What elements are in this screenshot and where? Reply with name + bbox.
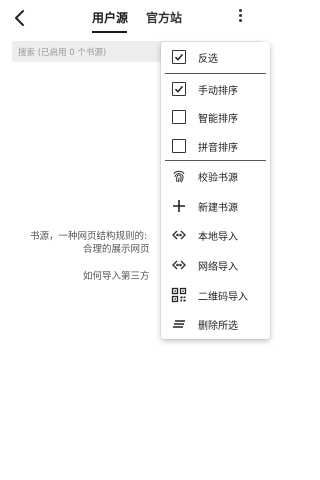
menu-item-delete-selected[interactable]: 删除所选 xyxy=(161,309,270,339)
menu-item-local-import[interactable]: 本地导入 xyxy=(161,220,270,250)
tab-official-site[interactable]: 官方站 xyxy=(146,9,182,26)
menu-item-label: 拼音排序 xyxy=(198,143,238,154)
active-tab-indicator xyxy=(92,31,127,33)
plus-icon xyxy=(171,198,187,214)
app-bar: 用户源 官方站 xyxy=(0,0,274,36)
delete-lines-icon xyxy=(171,316,187,332)
menu-item-label: 手动排序 xyxy=(198,86,238,97)
empty-description-line2: 合理的展示网页 xyxy=(83,244,150,255)
menu-item-smart-sort[interactable]: 智能排序 xyxy=(161,102,270,132)
code-arrows-icon xyxy=(171,257,187,273)
checkbox-checked-icon[interactable] xyxy=(171,49,187,65)
menu-item-invert-selection[interactable]: 反选 xyxy=(161,42,270,72)
import-help-link[interactable]: 如何导入第三方 xyxy=(83,270,150,284)
menu-item-label: 删除所选 xyxy=(198,321,238,332)
menu-item-pinyin-sort[interactable]: 拼音排序 xyxy=(161,131,270,161)
menu-item-verify-sources[interactable]: 校验书源 xyxy=(161,161,270,191)
back-icon[interactable] xyxy=(8,6,32,30)
menu-item-network-import[interactable]: 网络导入 xyxy=(161,250,270,280)
menu-item-label: 二维码导入 xyxy=(198,292,248,303)
menu-item-qrcode-import[interactable]: 二维码导入 xyxy=(161,280,270,310)
menu-item-manual-sort[interactable]: 手动排序 xyxy=(161,74,270,104)
menu-item-label: 网络导入 xyxy=(198,262,238,273)
menu-item-label: 新建书源 xyxy=(198,203,238,214)
tab-user-sources[interactable]: 用户源 xyxy=(92,9,128,26)
menu-item-label: 反选 xyxy=(198,54,218,65)
fingerprint-icon xyxy=(171,168,187,184)
menu-item-label: 本地导入 xyxy=(198,232,238,243)
checkbox-empty-icon[interactable] xyxy=(171,109,187,125)
qrcode-icon xyxy=(171,287,187,303)
empty-description-line1: 书源，一种网页结构规则的: xyxy=(30,231,148,242)
search-placeholder: 搜索 (已启用 0 个书源) xyxy=(18,48,107,58)
menu-item-label: 校验书源 xyxy=(198,173,238,184)
checkbox-empty-icon[interactable] xyxy=(171,138,187,154)
code-arrows-icon xyxy=(171,227,187,243)
more-options-icon[interactable] xyxy=(234,7,246,29)
checkbox-checked-icon[interactable] xyxy=(171,81,187,97)
options-menu: 反选 手动排序 智能排序 拼音排序 校验书源 新建书源 本地导入 网络导入 二维… xyxy=(161,42,270,339)
menu-item-label: 智能排序 xyxy=(198,114,238,125)
menu-item-new-source[interactable]: 新建书源 xyxy=(161,191,270,221)
